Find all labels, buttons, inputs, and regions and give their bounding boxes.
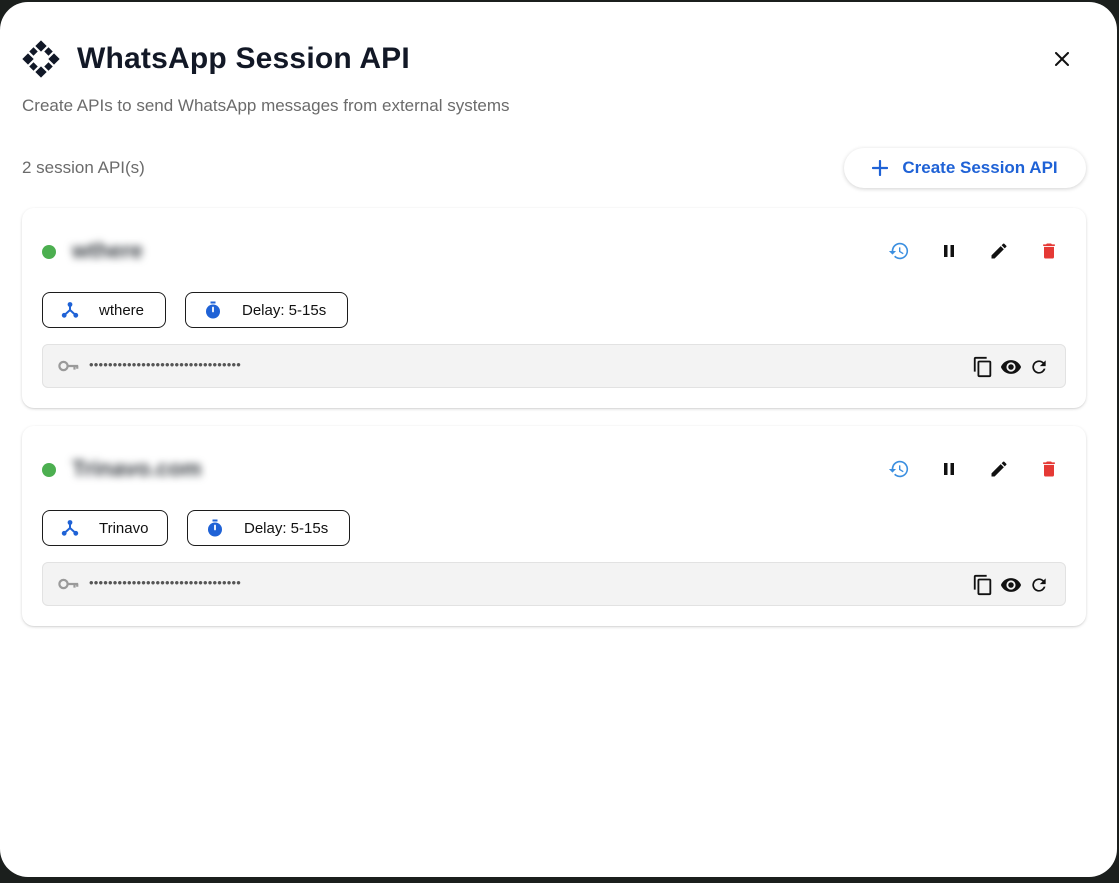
dialog-header: WhatsApp Session API [22,40,410,78]
refresh-icon [1032,578,1046,592]
masked-api-key: •••••••••••••••••••••••••••••••• [89,575,242,590]
dialog-subtitle: Create APIs to send WhatsApp messages fr… [22,96,510,115]
create-session-api-button[interactable]: Create Session API [844,148,1086,188]
delay-chip: Delay: 5-15s [185,292,348,328]
eye-icon [1000,360,1022,374]
device-name: Trinavo [99,519,149,537]
device-chip: Trinavo [42,510,168,546]
key-icon [58,578,79,590]
trash-icon [1043,243,1055,259]
device-chip: wthere [42,292,166,328]
regenerate-key-button[interactable] [1027,573,1051,597]
hub-icon [61,301,79,319]
hub-icon [61,519,79,537]
delete-button[interactable] [1034,454,1064,484]
pause-button[interactable] [934,236,964,266]
pencil-icon [991,243,1007,259]
reveal-key-button[interactable] [999,573,1023,597]
delete-button[interactable] [1034,236,1064,266]
regenerate-key-button[interactable] [1027,355,1051,379]
stopwatch-icon [204,301,222,319]
stopwatch-icon [206,519,224,537]
status-indicator [42,245,56,259]
status-indicator [42,463,56,477]
create-session-api-label: Create Session API [902,158,1058,177]
session-card: Trinavo.com Trinavo Delay: 5-15s •••••••… [22,426,1086,626]
pause-button[interactable] [934,454,964,484]
copy-key-button[interactable] [971,355,995,379]
pencil-icon [991,461,1007,477]
copy-key-button[interactable] [971,573,995,597]
key-icon [58,360,79,372]
session-actions [864,454,1064,484]
history-icon [888,460,909,478]
session-count: 2 session API(s) [22,158,145,177]
history-button[interactable] [884,236,914,266]
session-card: wthere wthere Delay: 5-15s •••••••••••••… [22,208,1086,408]
session-api-dialog: WhatsApp Session API Create APIs to send… [0,2,1117,877]
trash-icon [1043,461,1055,477]
api-key-field: •••••••••••••••••••••••••••••••• [42,344,1066,388]
pause-icon [944,463,954,475]
pause-icon [944,245,954,257]
history-icon [888,242,909,260]
edit-button[interactable] [984,454,1014,484]
masked-api-key: •••••••••••••••••••••••••••••••• [89,357,242,372]
diamond-grid-logo-icon [22,40,60,78]
delay-value: Delay: 5-15s [244,519,329,537]
copy-icon [973,356,992,378]
session-name: Trinavo.com [72,456,202,481]
session-actions [864,236,1064,266]
edit-button[interactable] [984,236,1014,266]
eye-icon [1000,578,1022,592]
close-button[interactable] [1048,45,1076,73]
delay-value: Delay: 5-15s [242,301,327,319]
session-name: wthere [72,238,143,263]
device-name: wthere [99,301,145,319]
plus-icon [872,160,889,176]
dialog-title: WhatsApp Session API [77,42,410,75]
key-actions [967,355,1051,379]
reveal-key-button[interactable] [999,355,1023,379]
refresh-icon [1032,360,1046,374]
close-icon [1055,52,1069,66]
copy-icon [973,574,992,596]
delay-chip: Delay: 5-15s [187,510,350,546]
api-key-field: •••••••••••••••••••••••••••••••• [42,562,1066,606]
history-button[interactable] [884,454,914,484]
key-actions [967,573,1051,597]
